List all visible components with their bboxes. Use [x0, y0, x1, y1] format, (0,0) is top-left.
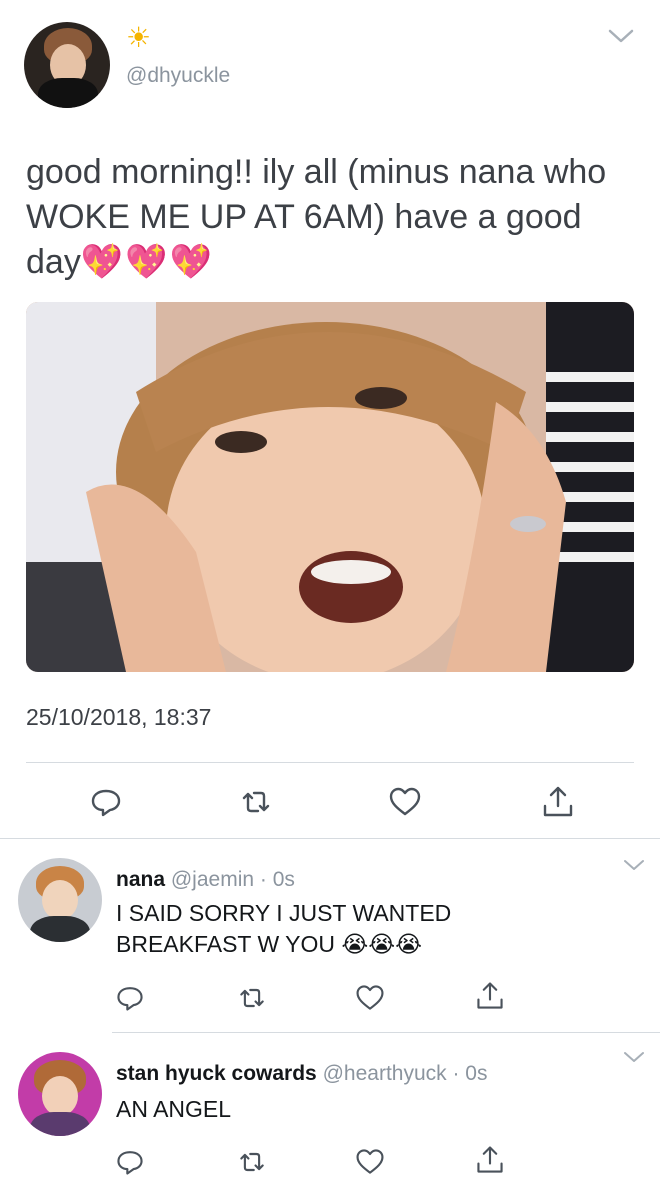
user-handle[interactable]: @dhyuckle: [126, 64, 230, 88]
reply-text: AN ANGEL: [116, 1094, 596, 1125]
like-icon[interactable]: [354, 1146, 386, 1178]
avatar[interactable]: [18, 1052, 102, 1136]
reply-author[interactable]: nana @jaemin · 0s: [116, 868, 295, 892]
divider: [112, 1032, 660, 1033]
user-handle: @hearthyuck: [322, 1062, 447, 1085]
share-icon[interactable]: [540, 784, 576, 820]
share-icon[interactable]: [474, 1144, 506, 1176]
chevron-down-icon[interactable]: [622, 1050, 646, 1064]
like-icon[interactable]: [387, 784, 423, 820]
avatar[interactable]: [18, 858, 102, 942]
divider: [26, 762, 634, 763]
reply-time: · 0s: [259, 868, 295, 891]
reply-tweet[interactable]: nana @jaemin · 0s I SAID SORRY I JUST WA…: [0, 840, 660, 1034]
reply-icon[interactable]: [88, 784, 124, 820]
display-name: stan hyuck cowards: [116, 1062, 317, 1085]
reply-tweet[interactable]: stan hyuck cowards @hearthyuck · 0s AN A…: [0, 1034, 660, 1200]
retweet-icon[interactable]: [236, 1146, 268, 1178]
reply-icon[interactable]: [114, 1146, 146, 1178]
tweet-text: good morning!! ily all (minus nana who W…: [26, 150, 636, 285]
tweet-timestamp: 25/10/2018, 18:37: [26, 704, 212, 730]
share-icon[interactable]: [474, 980, 506, 1012]
tweet-photo[interactable]: [26, 302, 634, 672]
reply-body: AN ANGEL: [116, 1096, 232, 1122]
reply-author[interactable]: stan hyuck cowards @hearthyuck · 0s: [116, 1062, 488, 1086]
display-name: nana: [116, 868, 166, 891]
crying-face-icon: 😭😭😭: [341, 931, 422, 957]
retweet-icon[interactable]: [236, 982, 268, 1014]
main-tweet: ☀ @dhyuckle good morning!! ily all (minu…: [0, 0, 660, 840]
reply-icon[interactable]: [114, 982, 146, 1014]
chevron-down-icon[interactable]: [606, 26, 636, 46]
user-handle: @jaemin: [170, 868, 255, 891]
retweet-icon[interactable]: [238, 784, 274, 820]
like-icon[interactable]: [354, 982, 386, 1014]
sun-icon: ☀: [126, 22, 152, 53]
reply-time: · 0s: [452, 1062, 488, 1085]
divider: [0, 838, 660, 839]
avatar[interactable]: [24, 22, 110, 108]
reply-text: I SAID SORRY I JUST WANTED BREAKFAST W Y…: [116, 898, 516, 960]
sparkling-heart-icon: 💖💖💖: [80, 243, 214, 281]
chevron-down-icon[interactable]: [622, 858, 646, 872]
